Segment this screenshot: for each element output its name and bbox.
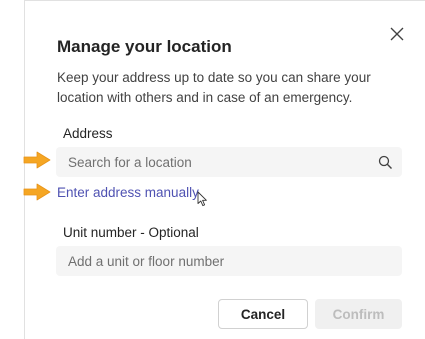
address-search-field — [56, 147, 402, 177]
dialog-title: Manage your location — [57, 37, 232, 56]
dialog-description: Keep your address up to date so you can … — [57, 70, 371, 105]
cancel-button[interactable]: Cancel — [218, 299, 308, 329]
unit-number-label: Unit number - Optional — [63, 225, 199, 240]
unit-number-field — [56, 246, 402, 276]
arrow-right-icon — [23, 151, 51, 169]
arrow-right-icon — [23, 183, 51, 201]
confirm-button[interactable]: Confirm — [315, 299, 402, 329]
close-icon[interactable] — [388, 25, 406, 43]
mouse-pointer-icon — [197, 191, 207, 207]
unit-number-input[interactable] — [56, 246, 368, 276]
enter-address-manually-link[interactable]: Enter address manually — [57, 185, 199, 200]
search-icon[interactable] — [378, 155, 393, 170]
address-label: Address — [63, 126, 113, 141]
manage-location-dialog: Manage your location Keep your address u… — [24, 0, 425, 339]
address-search-input[interactable] — [56, 147, 368, 177]
